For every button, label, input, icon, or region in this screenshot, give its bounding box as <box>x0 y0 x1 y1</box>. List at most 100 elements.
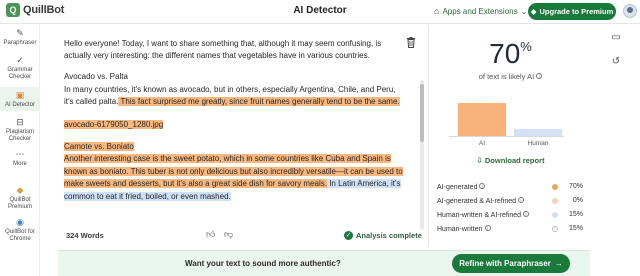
results-panel: 70% of text is likely AI i AI Human ⇩ Do… <box>429 26 592 246</box>
refine-with-paraphraser-button[interactable]: Refine with Paraphraser → <box>452 254 570 273</box>
ai-percentage: 70% <box>429 38 592 70</box>
chart-baseline <box>449 136 564 137</box>
arrow-right-icon: → <box>554 259 563 268</box>
app-root: Q QuillBot AI Detector ⌂ Apps and Extens… <box>0 0 640 276</box>
upgrade-label: Upgrade to Premium <box>539 7 614 16</box>
row-value: 15% <box>568 211 583 218</box>
status-label: Analysis complete <box>356 231 422 240</box>
grammar-icon: ✓ <box>16 55 24 65</box>
result-row: AI-generated i 70% <box>437 181 583 192</box>
quillbot-logo[interactable]: Q QuillBot <box>6 3 64 17</box>
heading-avocado: Avocado vs. Palta <box>64 72 128 82</box>
thumbs-down-icon[interactable]: 👎︎ <box>224 229 233 240</box>
color-dot <box>552 225 558 232</box>
sidebar-item-label: More <box>13 161 27 167</box>
document-text[interactable]: Hello everyone! Today, I want to share s… <box>64 38 404 211</box>
row-label-text: AI-generated & AI-refined <box>437 197 516 205</box>
apps-extensions-label: Apps and Extensions <box>442 6 518 16</box>
row-label: Human-written i <box>437 224 552 233</box>
quillbot-logo-icon: Q <box>6 3 20 17</box>
percentage-label-text: of text is likely AI <box>478 72 535 81</box>
color-dot <box>552 197 558 204</box>
info-icon[interactable]: i <box>523 210 530 217</box>
info-icon[interactable]: i <box>518 196 524 203</box>
thumbs-up-icon[interactable]: 👍︎ <box>206 229 215 240</box>
paraphraser-banner: Want your text to sound more authentic? … <box>58 250 590 276</box>
row-label: AI-generated i <box>437 182 552 191</box>
percent-value: 70 <box>489 38 521 69</box>
word-count: 324 Words <box>66 231 104 240</box>
ai-highlight[interactable]: This fact surprised me greatly, since fr… <box>118 97 400 107</box>
row-value: 15% <box>568 225 583 232</box>
result-row: Human-written & AI-refined i 15% <box>437 209 583 220</box>
result-row: AI-generated & AI-refined i 0% <box>437 195 583 206</box>
ai-detector-icon: ▣ <box>15 90 25 100</box>
sidebar-item-label: QuillBot for Chrome <box>5 229 35 242</box>
row-label: AI-generated & AI-refined i <box>437 196 552 205</box>
info-icon[interactable]: i <box>536 73 543 79</box>
plagiarism-icon: ⊟ <box>16 117 24 127</box>
row-label-text: Human-written <box>437 225 483 233</box>
bar-label-human: Human <box>527 140 549 147</box>
upgrade-button[interactable]: ◆ Upgrade to Premium <box>528 3 616 20</box>
percent-sign: % <box>520 39 532 54</box>
sidebar-item-grammar-checker[interactable]: ✓ Grammar Checker <box>0 55 40 83</box>
top-bar: Q QuillBot AI Detector ⌂ Apps and Extens… <box>0 0 640 24</box>
sidebar-item-label: Grammar Checker <box>7 67 33 80</box>
banner-text: Want your text to sound more authentic? <box>185 259 341 268</box>
logo-text: QuillBot <box>23 4 65 16</box>
more-icon: ⋯ <box>15 149 25 159</box>
chevron-down-icon: ⌄ <box>520 6 528 16</box>
row-value: 70% <box>568 183 583 190</box>
image-reference: avocado-6179050_1280.jpg <box>64 119 404 131</box>
sidebar-item-more[interactable]: ⋯ More <box>0 149 40 167</box>
row-value: 0% <box>572 197 583 204</box>
download-label: Download report <box>484 156 545 165</box>
sidebar-item-plagiarism-checker[interactable]: ⊟ Plagiarism Checker <box>0 117 40 147</box>
row-label-text: AI-generated <box>437 183 478 191</box>
sidebar-item-premium[interactable]: ◆ QuillBot Premium <box>0 185 40 215</box>
refine-label: Refine with Paraphraser <box>459 259 551 268</box>
row-label: Human-written & AI-refined i <box>437 210 552 219</box>
history-icon[interactable]: ↺ <box>610 56 622 68</box>
sidebar-item-chrome[interactable]: ◉ QuillBot for Chrome <box>0 217 40 247</box>
paragraph-camote: Another interesting case is the sweet po… <box>64 153 404 203</box>
sidebar-item-label: QuillBot Premium <box>7 197 32 210</box>
diamond-icon: ◆ <box>530 7 537 16</box>
comment-icon[interactable]: ▭ <box>610 32 622 44</box>
ai-highlight[interactable]: Camote vs. Boniato <box>64 141 134 151</box>
premium-icon: ◆ <box>16 185 24 195</box>
ai-highlight[interactable]: avocado-6179050_1280.jpg <box>64 119 164 129</box>
heading-camote: Camote vs. Boniato <box>64 141 404 153</box>
avatar[interactable] <box>623 4 637 18</box>
paraphraser-icon: ✎ <box>16 28 24 38</box>
paragraph-avocado: In many countries, it's known as avocado… <box>64 84 404 109</box>
scrollbar-thumb[interactable] <box>420 84 424 142</box>
sidebar-item-paraphraser[interactable]: ✎ Paraphraser <box>0 28 40 50</box>
bar-human <box>514 129 562 136</box>
analysis-status: ✓ Analysis complete <box>344 231 422 240</box>
sidebar-item-label: Plagiarism Checker <box>5 129 34 142</box>
apps-extensions-link[interactable]: ⌂ Apps and Extensions ⌄ <box>434 6 527 16</box>
sidebar: ✎ Paraphraser ✓ Grammar Checker ▣ AI Det… <box>0 25 40 276</box>
chrome-icon: ◉ <box>16 217 24 227</box>
percentage-label: of text is likely AI i <box>429 72 592 81</box>
bar-ai <box>458 103 506 136</box>
row-label-text: Human-written & AI-refined <box>437 211 522 219</box>
bar-label-ai: AI <box>478 140 486 147</box>
text-editor[interactable]: Hello everyone! Today, I want to share s… <box>58 32 428 246</box>
color-dot <box>552 183 558 190</box>
sidebar-item-label: Paraphraser <box>3 40 37 46</box>
sidebar-item-ai-detector[interactable]: ▣ AI Detector <box>0 87 40 111</box>
download-icon: ⇩ <box>476 156 483 165</box>
check-icon: ✓ <box>344 231 353 240</box>
intro-paragraph: Hello everyone! Today, I want to share s… <box>64 39 382 61</box>
home-icon: ⌂ <box>434 6 440 16</box>
result-row: Human-written i 15% <box>437 223 583 234</box>
color-dot <box>552 211 558 218</box>
info-icon[interactable]: i <box>479 182 486 189</box>
download-report-link[interactable]: ⇩ Download report <box>429 156 592 165</box>
tool-rail: ▭ ↺ <box>600 26 640 246</box>
info-icon[interactable]: i <box>484 224 491 231</box>
trash-icon[interactable] <box>406 37 416 48</box>
